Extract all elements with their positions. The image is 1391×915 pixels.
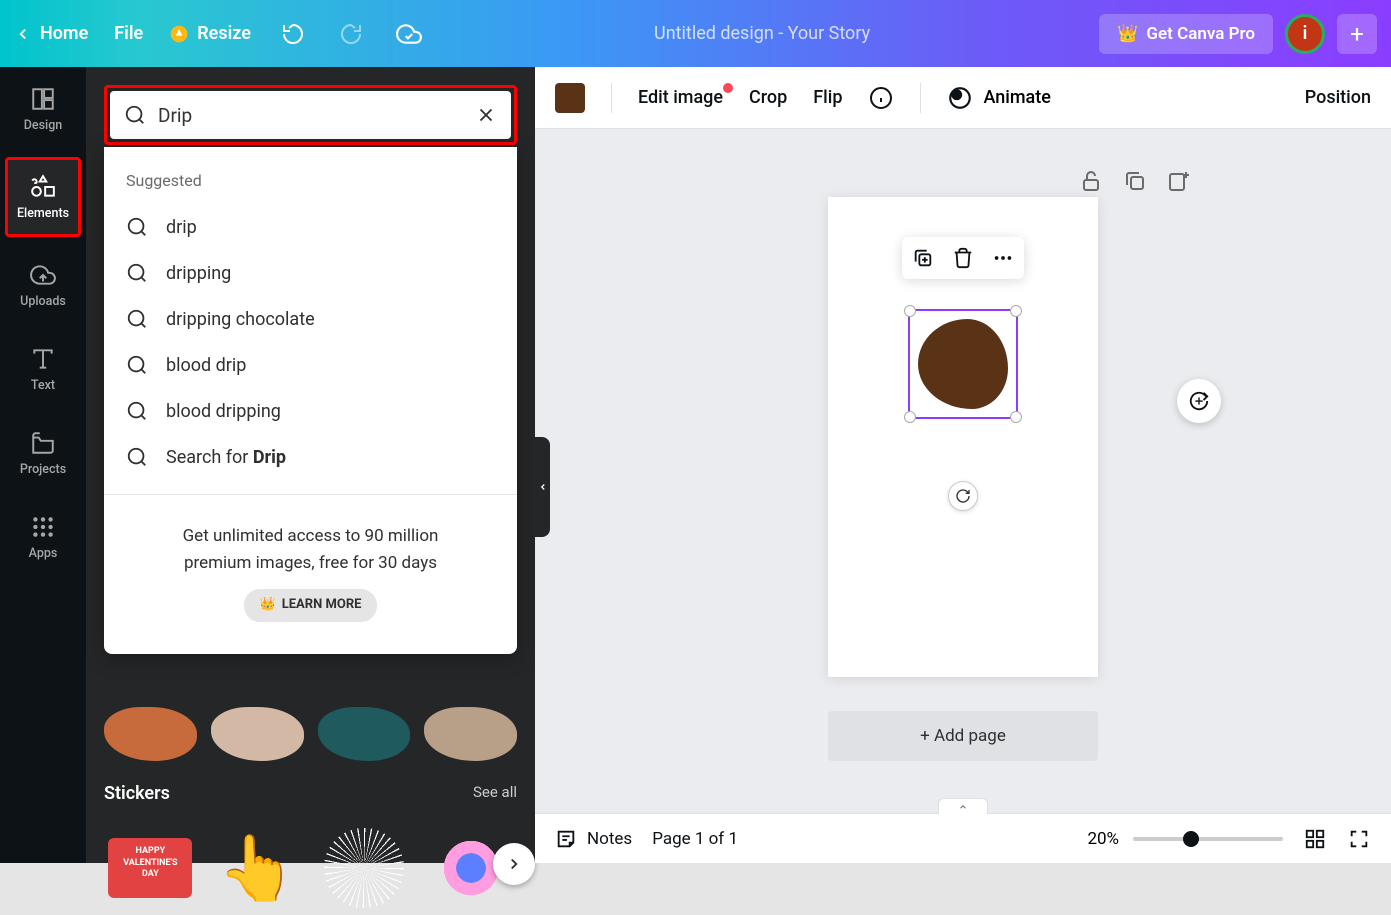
fill-color-swatch[interactable] <box>555 83 585 113</box>
grid-view-icon[interactable] <box>1303 827 1327 851</box>
promo-text: Get unlimited access to 90 million premi… <box>104 509 517 636</box>
position-button[interactable]: Position <box>1305 87 1371 108</box>
clear-search-button[interactable] <box>475 104 497 126</box>
suggestion-item[interactable]: blood drip <box>104 342 517 388</box>
duplicate-element-icon[interactable] <box>910 245 936 271</box>
search-for-term[interactable]: Search for Drip <box>104 434 517 480</box>
sticker-valentines[interactable]: HAPPY VALENTINE'S DAY <box>104 821 197 915</box>
resize-handle-tr[interactable] <box>1010 305 1022 317</box>
search-suggestions-dropdown: Suggested drip dripping dripping chocola… <box>104 147 517 654</box>
crown-icon: 👑 <box>1117 24 1138 44</box>
suggestion-item[interactable]: blood dripping <box>104 388 517 434</box>
bottom-bar: Notes Page 1 of 1 20% <box>535 813 1391 863</box>
selection-box[interactable] <box>908 309 1018 419</box>
delete-element-icon[interactable] <box>950 245 976 271</box>
notes-icon <box>555 828 577 850</box>
search-input[interactable] <box>158 104 463 127</box>
shape-thumb[interactable] <box>424 707 517 761</box>
siderail-uploads[interactable]: Uploads <box>7 249 79 321</box>
selection-toolbar <box>902 237 1024 279</box>
rotate-handle[interactable] <box>948 481 978 511</box>
elements-icon <box>30 174 56 200</box>
elements-panel: Suggested drip dripping dripping chocola… <box>86 67 535 863</box>
suggestion-item[interactable]: dripping <box>104 250 517 296</box>
siderail-text[interactable]: Text <box>7 333 79 405</box>
apps-icon <box>30 514 56 540</box>
learn-more-button[interactable]: 👑LEARN MORE <box>244 589 378 622</box>
lock-icon[interactable] <box>1079 169 1103 193</box>
siderail-projects[interactable]: Projects <box>7 417 79 489</box>
redo-button[interactable] <box>335 18 367 50</box>
resize-handle-br[interactable] <box>1010 411 1022 423</box>
crown-icon: 👑 <box>260 595 276 616</box>
flip-button[interactable]: Flip <box>813 87 842 108</box>
side-rail: Design Elements Uploads Text Projects Ap… <box>0 67 86 863</box>
get-pro-button[interactable]: 👑 Get Canva Pro <box>1099 14 1273 54</box>
stage[interactable]: + Add page <box>535 129 1391 813</box>
comment-fab[interactable] <box>1177 379 1221 423</box>
add-page-icon[interactable] <box>1167 169 1191 193</box>
stickers-next-button[interactable] <box>493 843 535 885</box>
animate-icon <box>947 85 973 111</box>
shape-thumbnails <box>104 707 517 761</box>
zoom-level[interactable]: 20% <box>1087 829 1119 849</box>
top-bar: Home File Resize Untitled design - Your … <box>0 0 1391 67</box>
more-options-icon[interactable] <box>990 245 1016 271</box>
resize-handle-bl[interactable] <box>904 411 916 423</box>
edit-image-button[interactable]: Edit image <box>638 87 723 108</box>
suggestion-item[interactable]: drip <box>104 204 517 250</box>
file-menu[interactable]: File <box>114 23 143 44</box>
canvas-area: Edit image Crop Flip Animate Position <box>535 67 1391 863</box>
shape-thumb[interactable] <box>211 707 304 761</box>
cloud-sync-icon[interactable] <box>393 18 425 50</box>
siderail-design[interactable]: Design <box>7 73 79 145</box>
expand-pages-button[interactable] <box>938 798 988 814</box>
undo-button[interactable] <box>277 18 309 50</box>
text-icon <box>30 346 56 372</box>
siderail-apps[interactable]: Apps <box>7 501 79 573</box>
share-plus-button[interactable]: + <box>1337 14 1377 54</box>
siderail-elements[interactable]: Elements <box>5 157 81 237</box>
page-indicator[interactable]: Page 1 of 1 <box>652 829 738 849</box>
info-icon[interactable] <box>868 85 894 111</box>
add-page-button[interactable]: + Add page <box>828 711 1098 761</box>
sticker-pointing-hand[interactable]: 👆 <box>211 821 304 915</box>
selected-shape[interactable] <box>918 319 1008 409</box>
context-toolbar: Edit image Crop Flip Animate Position <box>535 67 1391 129</box>
zoom-slider[interactable] <box>1133 837 1283 841</box>
home-button[interactable]: Home <box>14 23 88 44</box>
notes-button[interactable]: Notes <box>555 828 632 850</box>
document-title[interactable]: Untitled design - Your Story <box>425 23 1099 44</box>
user-avatar[interactable]: i <box>1285 14 1325 54</box>
projects-icon <box>30 430 56 456</box>
crop-button[interactable]: Crop <box>749 87 787 108</box>
design-icon <box>30 86 56 112</box>
shape-thumb[interactable] <box>104 707 197 761</box>
duplicate-page-icon[interactable] <box>1123 169 1147 193</box>
suggested-label: Suggested <box>104 165 517 204</box>
uploads-icon <box>30 262 56 288</box>
sticker-starburst[interactable] <box>318 821 411 915</box>
stickers-heading: Stickers <box>104 783 170 804</box>
search-icon <box>124 104 146 126</box>
resize-button[interactable]: Resize <box>169 23 251 44</box>
fullscreen-icon[interactable] <box>1347 827 1371 851</box>
shape-thumb[interactable] <box>318 707 411 761</box>
suggestion-item[interactable]: dripping chocolate <box>104 296 517 342</box>
search-box <box>110 91 511 139</box>
resize-handle-tl[interactable] <box>904 305 916 317</box>
see-all-stickers[interactable]: See all <box>473 783 517 804</box>
animate-button[interactable]: Animate <box>947 85 1050 111</box>
